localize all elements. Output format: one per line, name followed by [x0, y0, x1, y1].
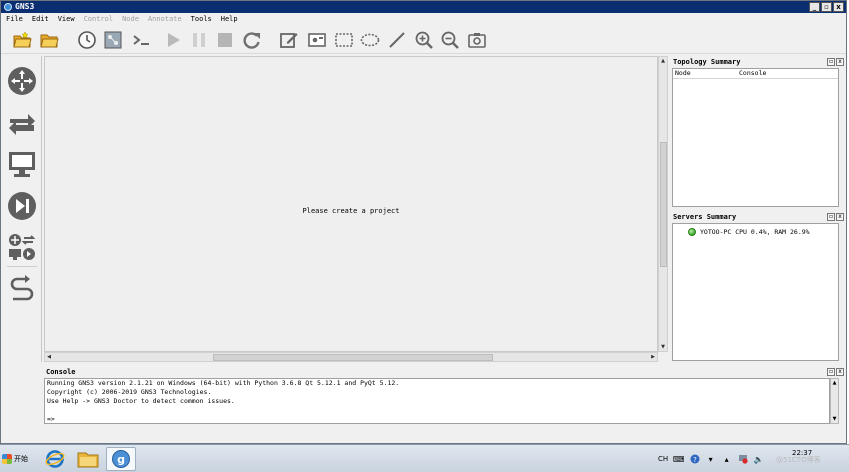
topology-canvas[interactable]: Please create a project: [44, 56, 658, 352]
switches-icon[interactable]: [7, 108, 37, 138]
menu-edit[interactable]: Edit: [32, 13, 49, 25]
server-info: YOTOO-PC CPU 0.4%, RAM 26.9%: [700, 228, 810, 236]
end-devices-icon[interactable]: [7, 149, 37, 179]
main-toolbar: [1, 26, 846, 54]
menu-bar: File Edit View Control Node Annotate Too…: [1, 13, 846, 25]
menu-annotate[interactable]: Annotate: [148, 13, 182, 25]
show-interface-labels-icon[interactable]: [102, 30, 124, 50]
scroll-up-arrow-icon[interactable]: ▲: [831, 379, 838, 387]
internet-explorer-icon[interactable]: [40, 447, 70, 471]
dock-close-icon[interactable]: x: [836, 58, 844, 66]
draw-line-icon[interactable]: [386, 30, 408, 50]
topology-summary-dock: Topology Summary ▫ x Node Console: [670, 56, 846, 208]
network-warning-icon[interactable]: [737, 454, 748, 465]
canvas-message: Please create a project: [302, 207, 400, 215]
start-all-icon[interactable]: [162, 30, 184, 50]
settings-icon[interactable]: ▾: [705, 454, 716, 465]
column-console[interactable]: Console: [739, 69, 766, 78]
watermark: @51CTO博客: [776, 456, 821, 464]
scroll-corner: [658, 352, 668, 362]
dock-close-icon[interactable]: x: [836, 213, 844, 221]
servers-summary-tree[interactable]: YOTOO-PC CPU 0.4%, RAM 26.9%: [672, 223, 839, 361]
suspend-all-icon[interactable]: [188, 30, 210, 50]
gns3-window: GNS3 _ ▫ x File Edit View Control Node A…: [0, 0, 847, 444]
servers-summary-title: Servers Summary: [673, 213, 737, 221]
scroll-down-arrow-icon[interactable]: ▼: [831, 415, 838, 423]
all-devices-icon[interactable]: [7, 232, 37, 262]
zoom-in-icon[interactable]: [413, 30, 435, 50]
help-icon[interactable]: ?: [689, 454, 700, 465]
servers-summary-dock: Servers Summary ▫ x YOTOO-PC CPU 0.4%, R…: [670, 211, 846, 361]
snapshot-icon[interactable]: [76, 30, 98, 50]
vertical-scroll-thumb[interactable]: [660, 142, 667, 267]
scroll-right-arrow-icon[interactable]: ▶: [649, 353, 657, 361]
restore-button[interactable]: ▫: [821, 2, 832, 12]
add-link-icon[interactable]: [7, 273, 37, 303]
topology-summary-title: Topology Summary: [673, 58, 741, 66]
topology-summary-header: Node Console: [673, 69, 838, 79]
screenshot-icon[interactable]: [466, 30, 488, 50]
console-title: Console: [46, 368, 76, 376]
menu-node[interactable]: Node: [122, 13, 139, 25]
windows-taskbar: 开始 g CH ⌨ ? ▾ ▴ 🔈 22:37: [0, 444, 849, 472]
start-button[interactable]: 开始: [2, 449, 34, 469]
insert-picture-icon[interactable]: [306, 30, 328, 50]
security-devices-icon[interactable]: [7, 191, 37, 221]
svg-text:?: ?: [693, 456, 697, 464]
show-hidden-icons-icon[interactable]: ▴: [721, 454, 732, 465]
close-button[interactable]: x: [833, 2, 844, 12]
open-project-icon[interactable]: [38, 30, 60, 50]
console-scrollbar[interactable]: ▲ ▼: [830, 378, 839, 424]
server-status-icon: [688, 228, 696, 236]
console-prompt[interactable]: =>: [47, 415, 827, 424]
gns3-taskbar-icon[interactable]: g: [106, 447, 136, 471]
canvas-vertical-scrollbar[interactable]: ▲ ▼: [658, 56, 668, 352]
draw-rectangle-icon[interactable]: [333, 30, 355, 50]
draw-ellipse-icon[interactable]: [359, 30, 381, 50]
menu-view[interactable]: View: [58, 13, 75, 25]
system-tray: CH ⌨ ? ▾ ▴ 🔈: [658, 449, 764, 469]
language-indicator[interactable]: CH: [658, 455, 668, 463]
console-line: Running GNS3 version 2.1.21 on Windows (…: [47, 379, 400, 387]
keyboard-icon[interactable]: ⌨: [673, 454, 685, 465]
console-line: Copyright (c) 2006-2019 GNS3 Technologie…: [47, 388, 212, 396]
dock-float-icon[interactable]: ▫: [827, 368, 835, 376]
add-note-icon[interactable]: [278, 30, 300, 50]
svg-text:g: g: [117, 453, 125, 466]
scroll-left-arrow-icon[interactable]: ◀: [45, 353, 53, 361]
start-label: 开始: [14, 455, 28, 463]
device-panel-separator: [7, 266, 37, 267]
dock-float-icon[interactable]: ▫: [827, 58, 835, 66]
volume-icon[interactable]: 🔈: [753, 454, 764, 465]
zoom-out-icon[interactable]: [439, 30, 461, 50]
dock-float-icon[interactable]: ▫: [827, 213, 835, 221]
dock-close-icon[interactable]: x: [836, 368, 844, 376]
routers-icon[interactable]: [7, 66, 37, 96]
minimize-button[interactable]: _: [809, 2, 820, 12]
topology-summary-tree[interactable]: Node Console: [672, 68, 839, 207]
scroll-down-arrow-icon[interactable]: ▼: [659, 343, 667, 351]
server-row[interactable]: YOTOO-PC CPU 0.4%, RAM 26.9%: [688, 228, 810, 236]
menu-tools[interactable]: Tools: [191, 13, 212, 25]
file-explorer-icon[interactable]: [73, 447, 103, 471]
console-all-icon[interactable]: [130, 30, 152, 50]
new-project-icon[interactable]: [11, 30, 33, 50]
window-title: GNS3: [15, 2, 35, 11]
menu-help[interactable]: Help: [221, 13, 238, 25]
canvas-horizontal-scrollbar[interactable]: ◀ ▶: [44, 352, 658, 362]
title-bar[interactable]: GNS3 _ ▫ x: [1, 1, 846, 13]
menu-file[interactable]: File: [6, 13, 23, 25]
console-output[interactable]: Running GNS3 version 2.1.21 on Windows (…: [44, 378, 830, 424]
stop-all-icon[interactable]: [214, 30, 236, 50]
scroll-up-arrow-icon[interactable]: ▲: [659, 57, 667, 65]
reload-all-icon[interactable]: [241, 30, 263, 50]
menu-control[interactable]: Control: [84, 13, 114, 25]
device-panel: [1, 56, 42, 362]
horizontal-scroll-thumb[interactable]: [213, 354, 493, 361]
column-node[interactable]: Node: [675, 69, 691, 78]
gns3-app-icon: [4, 3, 12, 11]
console-line: Use Help -> GNS3 Doctor to detect common…: [47, 397, 235, 405]
windows-logo-icon: [2, 454, 12, 464]
